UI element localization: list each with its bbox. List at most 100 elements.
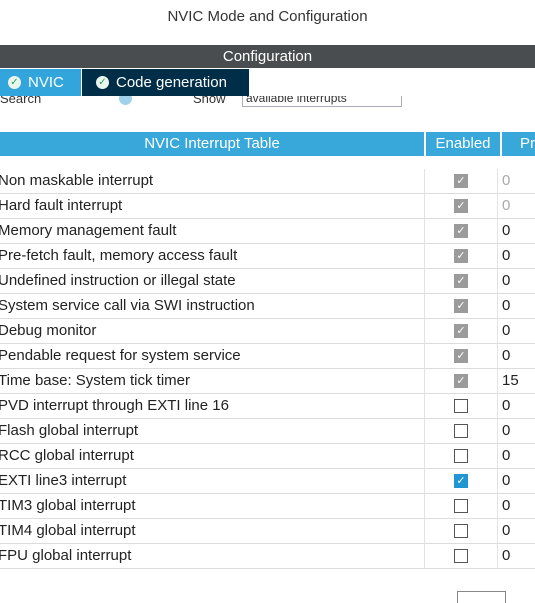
header-priority[interactable]: Pr (502, 132, 535, 156)
column-divider (424, 444, 425, 468)
interrupt-name: Hard fault interrupt (0, 197, 123, 214)
column-divider (424, 194, 425, 218)
table-row[interactable]: RCC global interrupt 0 (0, 444, 535, 469)
enabled-checkbox: ✓ (454, 324, 468, 338)
interrupt-name: PVD interrupt through EXTI line 16 (0, 397, 229, 414)
priority-value[interactable]: 0 (502, 494, 510, 518)
table-row[interactable]: TIM4 global interrupt 0 (0, 519, 535, 544)
configuration-bar: Configuration (0, 45, 535, 68)
interrupt-name: Debug monitor (0, 322, 97, 339)
table-row[interactable]: Pre-fetch fault, memory access fault ✓ 0 (0, 244, 535, 269)
table-row[interactable]: Undefined instruction or illegal state ✓ 0 (0, 269, 535, 294)
enabled-checkbox[interactable] (454, 449, 468, 463)
table-row[interactable]: System service call via SWI instruction ✓… (0, 294, 535, 319)
interrupt-name: Time base: System tick timer (0, 372, 190, 389)
column-divider (497, 544, 498, 568)
search-icon[interactable] (119, 96, 132, 105)
column-divider (424, 294, 425, 318)
priority-value[interactable]: 0 (502, 219, 510, 243)
enabled-checkbox[interactable] (454, 424, 468, 438)
column-divider (424, 519, 425, 543)
interrupt-name: RCC global interrupt (0, 447, 134, 464)
column-divider (424, 469, 425, 493)
priority-value: 0 (502, 172, 511, 189)
column-divider (424, 369, 425, 393)
table-header: NVIC Interrupt Table Enabled Pr (0, 132, 535, 156)
table-row[interactable]: Debug monitor ✓ 0 (0, 319, 535, 344)
table-row[interactable]: Flash global interrupt 0 (0, 419, 535, 444)
table-row[interactable]: EXTI line3 interrupt ✓ 0 (0, 469, 535, 494)
enabled-checkbox[interactable] (454, 524, 468, 538)
footer-button[interactable] (457, 591, 506, 603)
enabled-checkbox: ✓ (454, 199, 468, 213)
column-divider (424, 244, 425, 268)
table-row[interactable]: Memory management fault ✓ 0 (0, 219, 535, 244)
interrupt-name: Undefined instruction or illegal state (0, 272, 236, 289)
column-divider (497, 344, 498, 368)
show-filter-select[interactable]: available interrupts (242, 96, 402, 107)
interrupt-name: System service call via SWI instruction (0, 297, 255, 314)
column-divider (424, 169, 425, 193)
header-enabled[interactable]: Enabled (426, 132, 500, 156)
show-label: Show (193, 96, 226, 106)
priority-value[interactable]: 0 (502, 244, 510, 268)
column-divider (497, 444, 498, 468)
enabled-checkbox: ✓ (454, 174, 468, 188)
column-divider (497, 519, 498, 543)
column-divider (497, 194, 498, 218)
check-circle-icon: ✓ (8, 75, 21, 89)
tab-bar: ✓ NVIC ✓ Code generation (0, 69, 535, 96)
priority-value[interactable]: 0 (502, 519, 510, 543)
table-row[interactable]: FPU global interrupt 0 (0, 544, 535, 569)
column-divider (497, 419, 498, 443)
enabled-checkbox: ✓ (454, 274, 468, 288)
interrupt-name: TIM4 global interrupt (0, 522, 136, 539)
table-row[interactable]: PVD interrupt through EXTI line 16 0 (0, 394, 535, 419)
tab-code-generation[interactable]: ✓ Code generation (82, 69, 249, 96)
interrupt-name: Pendable request for system service (0, 347, 241, 364)
column-divider (497, 494, 498, 518)
enabled-checkbox[interactable] (454, 399, 468, 413)
filter-strip: Search Show available interrupts (0, 96, 535, 110)
enabled-checkbox: ✓ (454, 374, 468, 388)
header-interrupt-table[interactable]: NVIC Interrupt Table (0, 132, 424, 156)
column-divider (424, 319, 425, 343)
tab-code-generation-label: Code generation (116, 74, 227, 91)
column-divider (497, 219, 498, 243)
column-divider (424, 344, 425, 368)
priority-value[interactable]: 0 (502, 544, 510, 568)
column-divider (424, 394, 425, 418)
priority-value[interactable]: 0 (502, 469, 510, 493)
column-divider (497, 394, 498, 418)
priority-value[interactable]: 0 (502, 269, 510, 293)
table-row[interactable]: Time base: System tick timer ✓ 15 (0, 369, 535, 394)
priority-value[interactable]: 15 (502, 369, 519, 393)
interrupt-name: EXTI line3 interrupt (0, 472, 127, 489)
table-row[interactable]: Hard fault interrupt ✓ 0 (0, 194, 535, 219)
priority-value[interactable]: 0 (502, 319, 510, 343)
table-row[interactable]: TIM3 global interrupt 0 (0, 494, 535, 519)
interrupt-name: FPU global interrupt (0, 547, 132, 564)
column-divider (424, 494, 425, 518)
column-divider (497, 319, 498, 343)
column-divider (424, 269, 425, 293)
enabled-checkbox[interactable] (454, 549, 468, 563)
priority-value[interactable]: 0 (502, 394, 510, 418)
priority-value[interactable]: 0 (502, 294, 510, 318)
column-divider (497, 244, 498, 268)
tab-nvic-label: NVIC (28, 74, 64, 91)
priority-value[interactable]: 0 (502, 344, 510, 368)
priority-value[interactable]: 0 (502, 444, 510, 468)
table-row[interactable]: Pendable request for system service ✓ 0 (0, 344, 535, 369)
enabled-checkbox[interactable] (454, 499, 468, 513)
priority-value[interactable]: 0 (502, 419, 510, 443)
interrupt-name: Flash global interrupt (0, 422, 139, 439)
column-divider (497, 294, 498, 318)
enabled-checkbox: ✓ (454, 349, 468, 363)
check-circle-icon: ✓ (96, 75, 109, 89)
interrupt-name: Non maskable interrupt (0, 172, 154, 189)
enabled-checkbox[interactable]: ✓ (454, 474, 468, 488)
table-row[interactable]: Non maskable interrupt ✓ 0 (0, 169, 535, 194)
interrupt-name: Memory management fault (0, 222, 177, 239)
tab-nvic[interactable]: ✓ NVIC (0, 69, 81, 96)
